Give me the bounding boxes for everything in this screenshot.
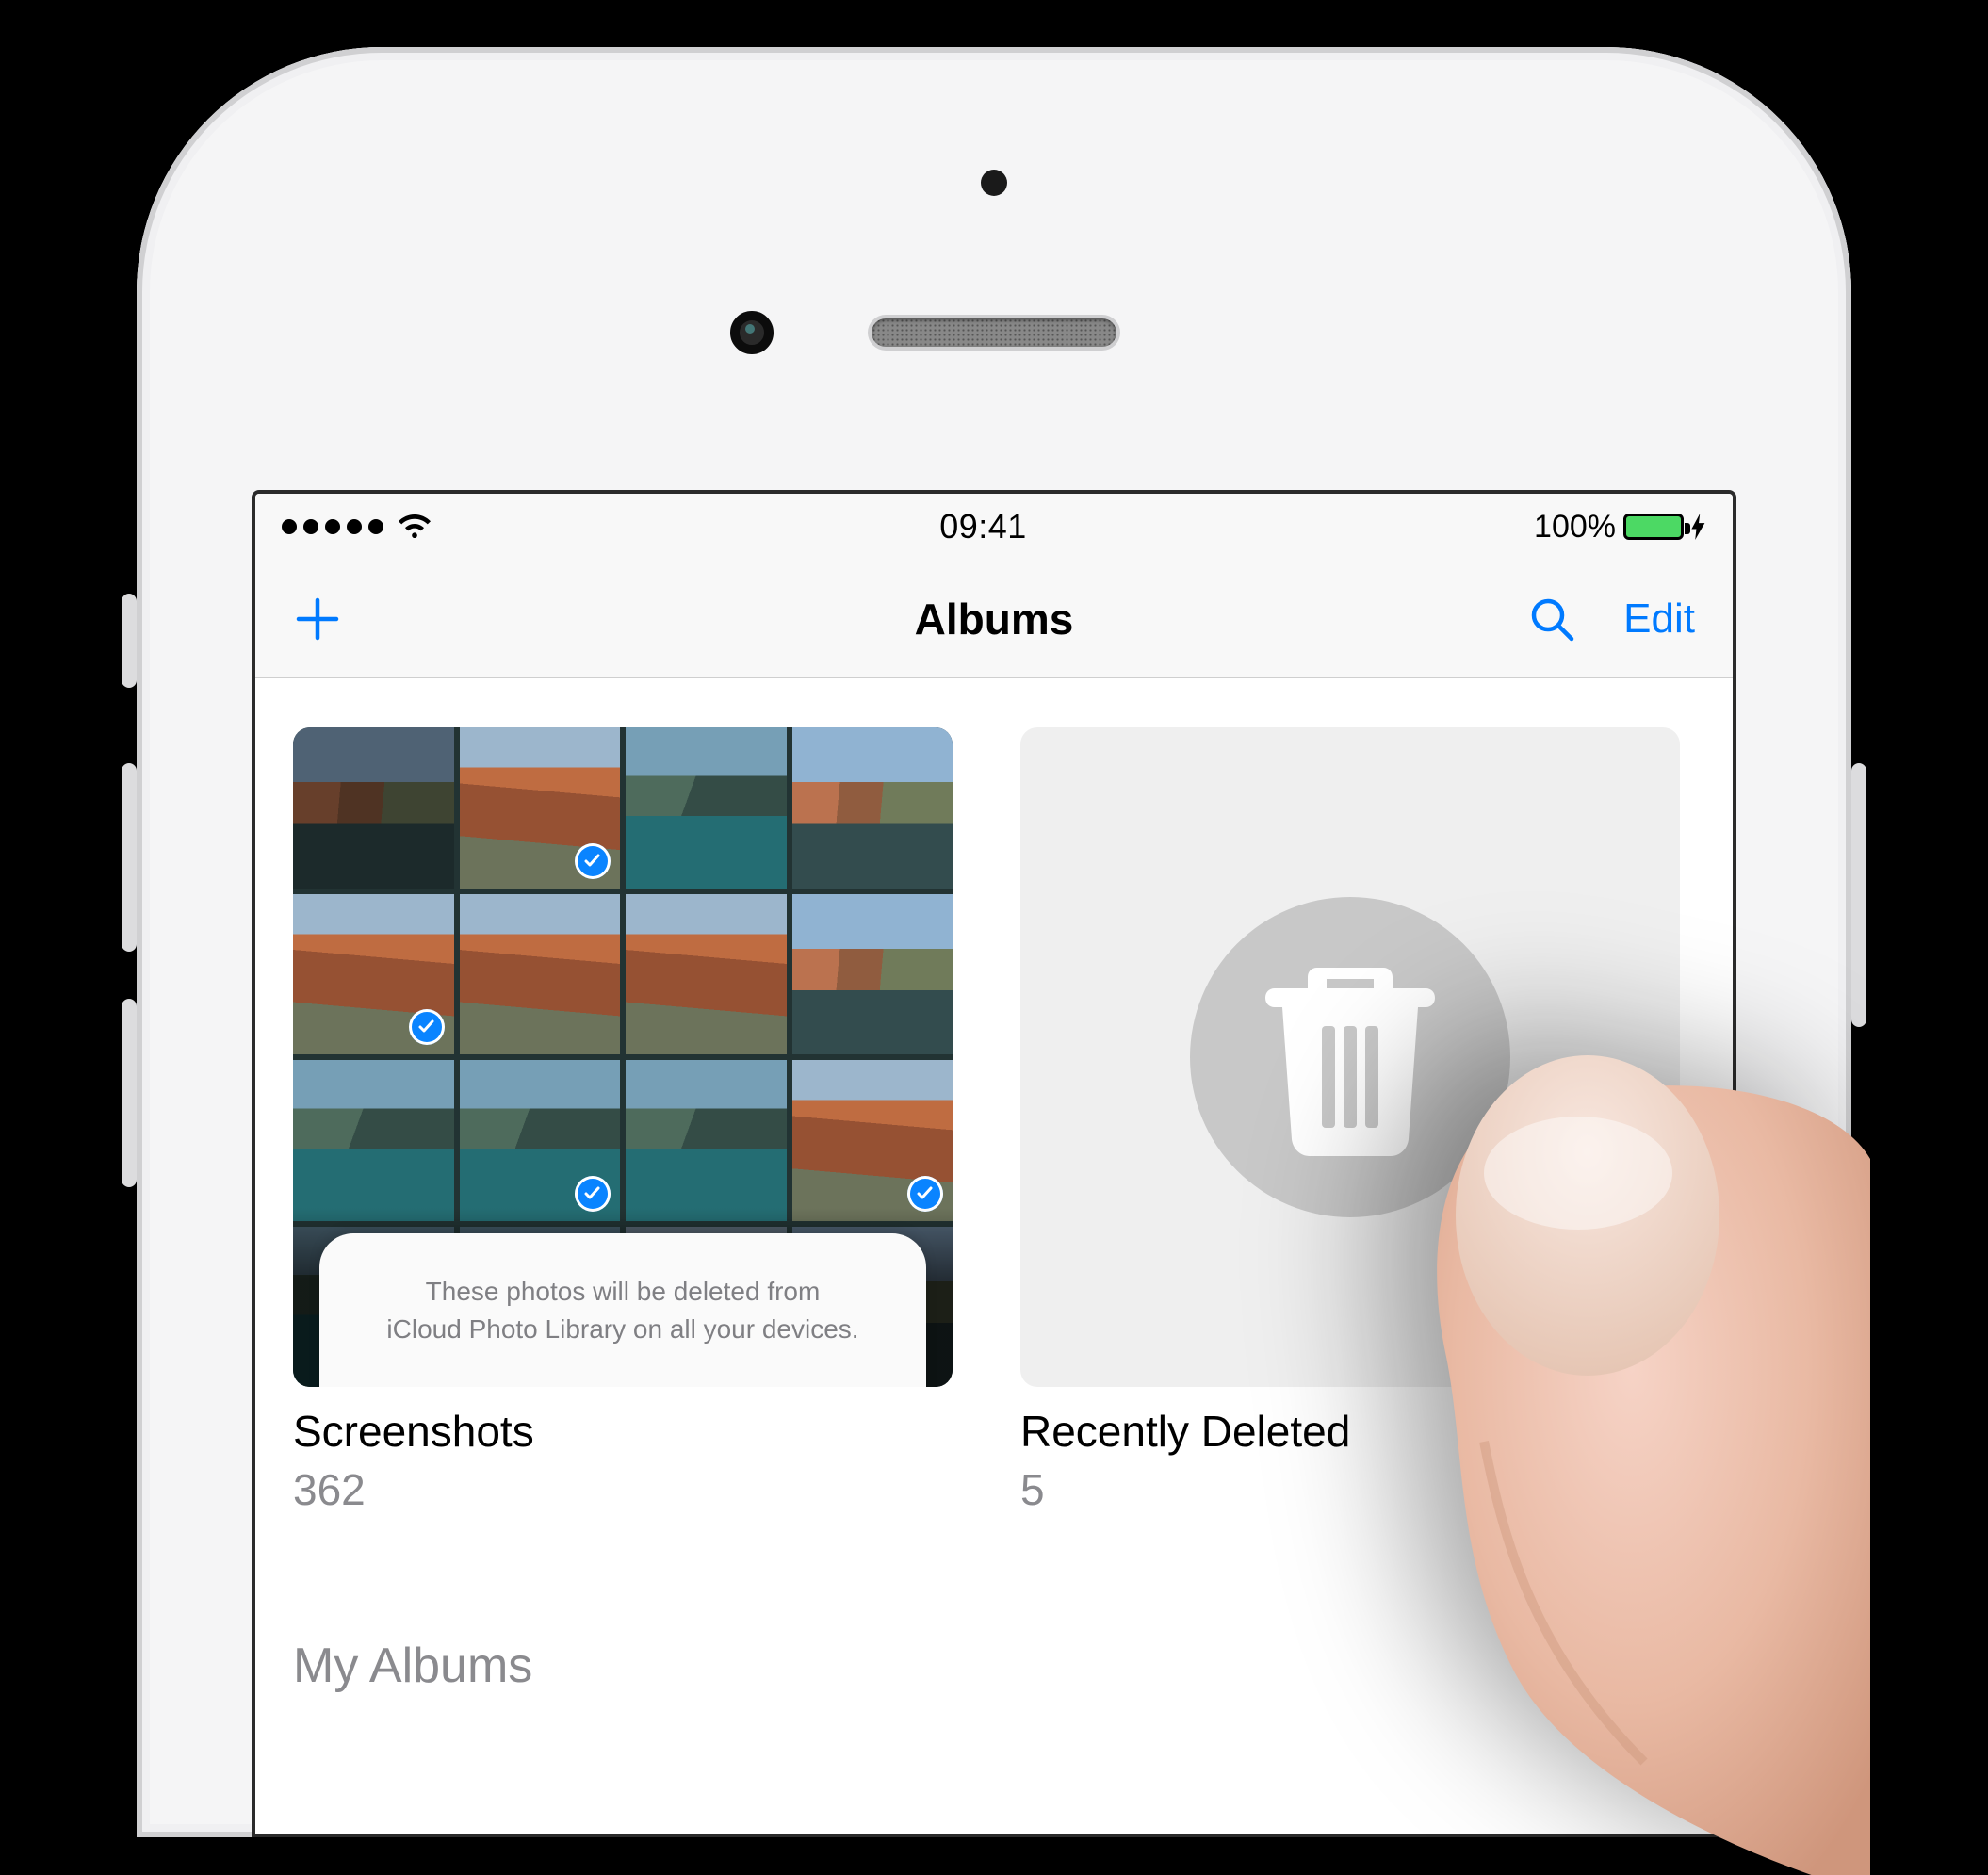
front-camera — [730, 311, 774, 354]
selection-check-icon — [575, 1176, 611, 1212]
battery-indicator: 100% — [1534, 509, 1706, 546]
album-title: Recently Deleted — [1020, 1406, 1680, 1457]
albums-content[interactable]: These photos will be deleted from iCloud… — [255, 678, 1733, 1834]
trash-badge — [1190, 897, 1510, 1217]
albums-row: These photos will be deleted from iCloud… — [293, 727, 1695, 1515]
section-header-my-albums: My Albums — [293, 1638, 1695, 1694]
navigation-bar: Albums Edit — [255, 560, 1733, 678]
charging-icon — [1691, 514, 1706, 540]
volume-down-button — [122, 999, 137, 1187]
selection-check-icon — [575, 843, 611, 879]
earpiece-speaker — [872, 318, 1116, 347]
volume-up-button — [122, 763, 137, 952]
album-screenshots[interactable]: These photos will be deleted from iCloud… — [293, 727, 953, 1515]
edit-button[interactable]: Edit — [1623, 595, 1695, 643]
album-cover-recently-deleted — [1020, 727, 1680, 1387]
selection-check-icon — [907, 1176, 943, 1212]
status-time: 09:41 — [939, 507, 1027, 546]
delete-confirm-line2: iCloud Photo Library on all your devices… — [348, 1311, 898, 1349]
album-title: Screenshots — [293, 1406, 953, 1457]
proximity-sensor — [981, 170, 1007, 196]
album-count: 5 — [1020, 1464, 1680, 1515]
delete-confirm-sheet: These photos will be deleted from iCloud… — [319, 1233, 926, 1387]
album-count: 362 — [293, 1464, 953, 1515]
nav-title: Albums — [255, 594, 1733, 644]
album-cover-screenshots: These photos will be deleted from iCloud… — [293, 727, 953, 1387]
battery-icon — [1623, 514, 1684, 540]
wifi-icon — [397, 513, 432, 541]
cellular-signal-icon — [282, 519, 383, 534]
search-button[interactable] — [1527, 595, 1576, 644]
delete-confirm-line1: These photos will be deleted from — [348, 1273, 898, 1312]
mute-switch — [122, 594, 137, 688]
status-bar: 09:41 100% — [255, 494, 1733, 560]
battery-percentage: 100% — [1534, 509, 1616, 546]
trash-icon — [1265, 958, 1435, 1156]
selection-check-icon — [409, 1009, 445, 1045]
power-button — [1851, 763, 1866, 1027]
device-screen: 09:41 100% Albums — [252, 490, 1736, 1837]
album-recently-deleted[interactable]: Recently Deleted 5 — [1020, 727, 1680, 1515]
iphone-device-frame: 09:41 100% Albums — [137, 47, 1851, 1837]
add-album-button[interactable] — [293, 595, 342, 644]
